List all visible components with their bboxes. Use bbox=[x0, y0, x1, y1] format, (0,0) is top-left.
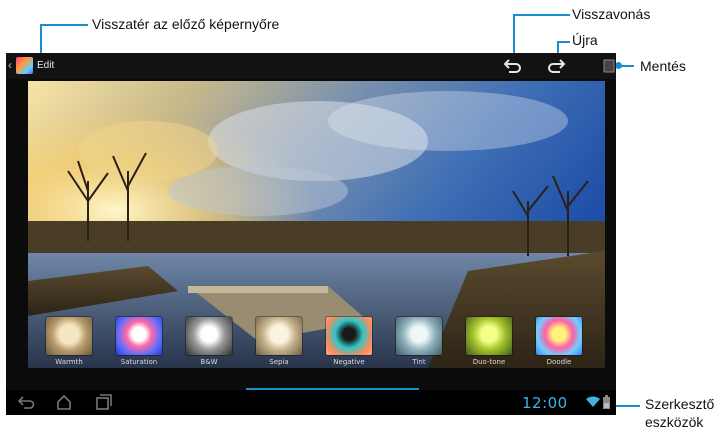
undo-icon[interactable] bbox=[503, 57, 523, 75]
callout-save: Mentés bbox=[640, 58, 686, 74]
filter-duo-tone[interactable]: Duo-tone bbox=[459, 315, 519, 371]
callout-redo: Újra bbox=[572, 32, 598, 48]
save-icon[interactable] bbox=[602, 58, 616, 74]
nav-home-icon[interactable] bbox=[56, 394, 72, 410]
app-icon[interactable] bbox=[16, 57, 33, 74]
back-chevron-icon[interactable]: ‹ bbox=[8, 58, 12, 72]
status-clock: 12:00 bbox=[522, 394, 568, 412]
battery-icon bbox=[603, 395, 610, 409]
filter-thumbnail bbox=[326, 317, 372, 355]
tablet-screen: ‹ Edit Warmth Saturation B&W Sepia Negat… bbox=[6, 53, 616, 415]
filter-thumbnail bbox=[116, 317, 162, 355]
filter-negative[interactable]: Negative bbox=[319, 315, 379, 371]
filter-label: Sepia bbox=[269, 358, 289, 366]
filter-label: Doodle bbox=[546, 358, 572, 366]
callout-line-back-h bbox=[40, 24, 88, 26]
filter-thumbnail bbox=[536, 317, 582, 355]
wifi-icon bbox=[586, 396, 600, 407]
filter-bw[interactable]: B&W bbox=[179, 315, 239, 371]
filter-label: B&W bbox=[200, 358, 218, 366]
filter-warmth[interactable]: Warmth bbox=[39, 315, 99, 371]
action-bar: ‹ Edit bbox=[6, 53, 616, 79]
filter-label: Saturation bbox=[120, 358, 158, 366]
redo-icon[interactable] bbox=[546, 57, 566, 75]
callout-tools-line2: eszközök bbox=[645, 414, 704, 430]
filter-thumbnail bbox=[396, 317, 442, 355]
filter-label: Warmth bbox=[55, 358, 83, 366]
filter-label: Negative bbox=[333, 358, 365, 366]
app-title: Edit bbox=[37, 60, 55, 71]
callout-back: Visszatér az előző képernyőre bbox=[92, 16, 280, 32]
filter-strip: Warmth Saturation B&W Sepia Negative Tin… bbox=[28, 315, 605, 371]
filter-sepia[interactable]: Sepia bbox=[249, 315, 309, 371]
filter-thumbnail bbox=[256, 317, 302, 355]
callout-line-save bbox=[620, 65, 634, 67]
filter-label: Tint bbox=[412, 358, 426, 366]
filter-thumbnail bbox=[46, 317, 92, 355]
filter-saturation[interactable]: Saturation bbox=[109, 315, 169, 371]
callout-undo: Visszavonás bbox=[572, 6, 651, 22]
filter-label: Duo-tone bbox=[472, 358, 506, 366]
system-navigation-bar: 12:00 bbox=[6, 390, 616, 415]
callout-line-undo-h bbox=[513, 14, 570, 16]
filter-thumbnail bbox=[186, 317, 232, 355]
nav-back-icon[interactable] bbox=[18, 395, 36, 409]
callout-tools-line1: Szerkesztő bbox=[645, 396, 715, 412]
filter-doodle[interactable]: Doodle bbox=[529, 315, 589, 371]
nav-recents-icon[interactable] bbox=[96, 394, 112, 410]
callout-line-undo-v bbox=[513, 14, 515, 58]
filter-tint[interactable]: Tint bbox=[389, 315, 449, 371]
filter-thumbnail bbox=[466, 317, 512, 355]
